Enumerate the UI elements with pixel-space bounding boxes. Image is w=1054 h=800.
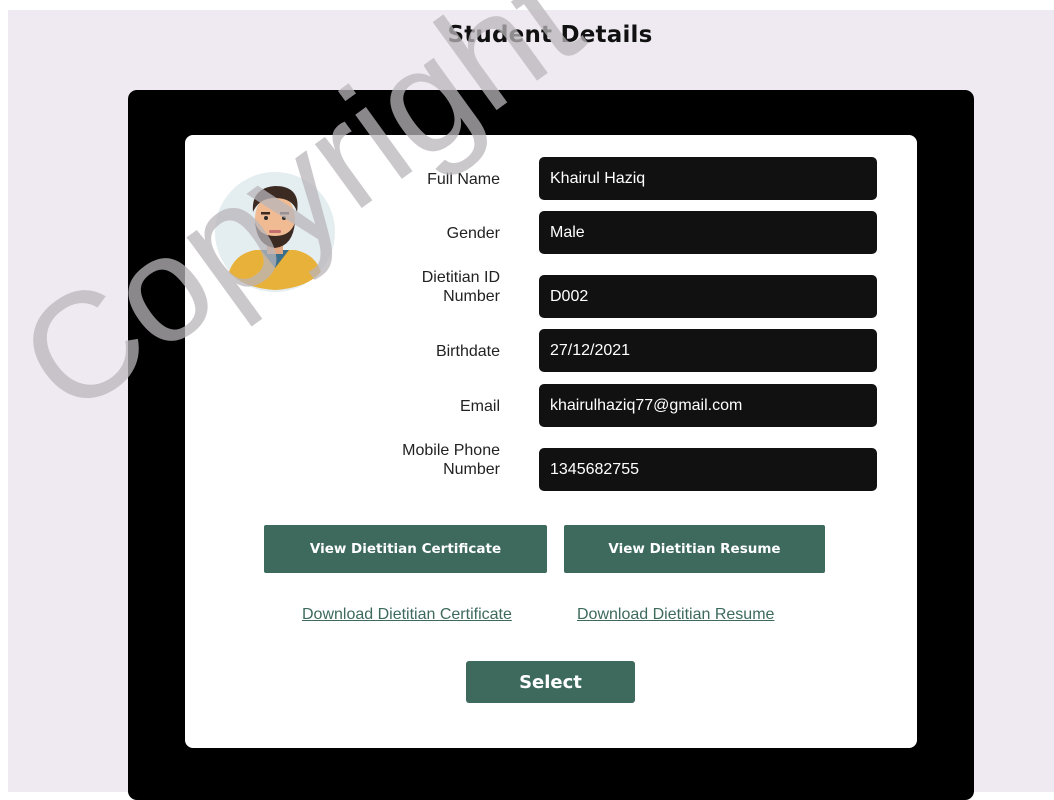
dietitian-id-label: Dietitian ID Number: [421, 269, 500, 305]
download-certificate-link[interactable]: Download Dietitian Certificate: [302, 606, 512, 624]
email-field[interactable]: khairulhaziq77@gmail.com: [539, 384, 877, 427]
view-certificate-button[interactable]: View Dietitian Certificate: [264, 525, 547, 573]
mobile-phone-field[interactable]: 1345682755: [539, 448, 877, 491]
download-resume-link[interactable]: Download Dietitian Resume: [577, 606, 774, 624]
gender-label: Gender: [446, 225, 500, 242]
full-name-label: Full Name: [427, 171, 500, 188]
birthdate-label: Birthdate: [435, 343, 500, 360]
email-label: Email: [459, 398, 500, 415]
view-resume-button[interactable]: View Dietitian Resume: [564, 525, 825, 573]
dietitian-id-field[interactable]: D002: [539, 275, 877, 318]
gender-field[interactable]: Male: [539, 211, 877, 254]
mobile-phone-label: Mobile Phone Number: [402, 442, 500, 478]
full-name-field[interactable]: Khairul Haziq: [539, 157, 877, 200]
select-button[interactable]: Select: [466, 661, 635, 703]
page-title: Student Details: [447, 22, 653, 48]
birthdate-field[interactable]: 27/12/2021: [539, 329, 877, 372]
